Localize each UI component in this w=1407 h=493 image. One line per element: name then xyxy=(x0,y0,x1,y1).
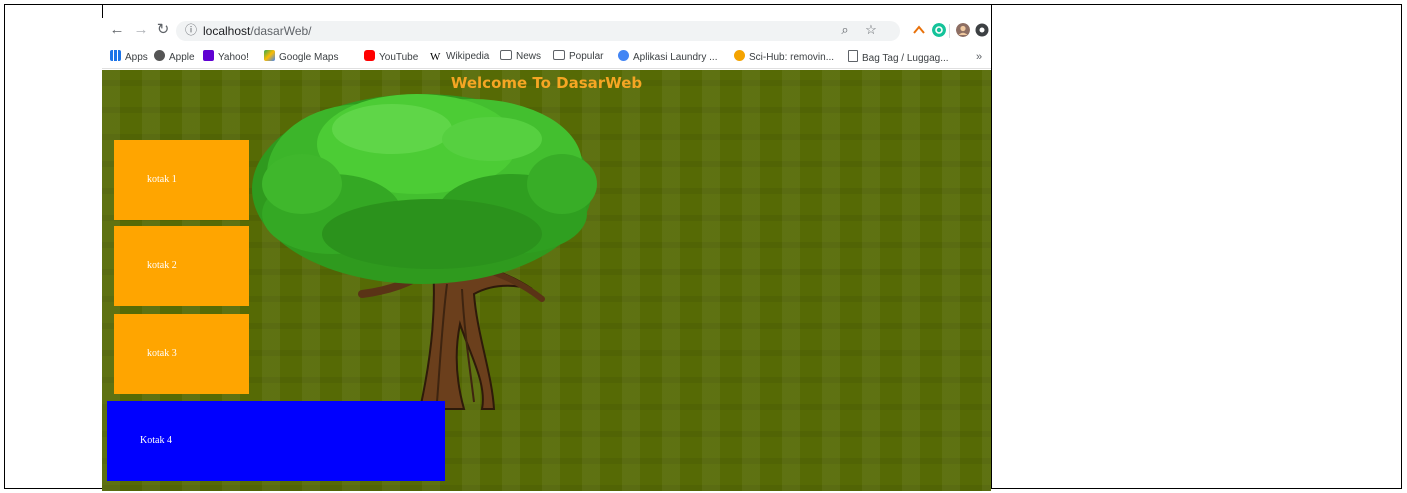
bookmark-yahoo[interactable]: Yahoo! xyxy=(203,50,249,64)
bookmark-popular[interactable]: Popular xyxy=(553,50,603,64)
wikipedia-icon: W xyxy=(430,51,441,63)
page-icon xyxy=(848,50,858,62)
bookmark-star-icon[interactable]: ☆ xyxy=(864,23,878,37)
right-column-divider xyxy=(991,4,992,489)
page-content: Welcome To DasarWeb kotak 1 kotak 2 kota… xyxy=(102,70,991,491)
zoom-icon[interactable]: ⌕ xyxy=(838,23,852,37)
youtube-icon xyxy=(364,50,375,61)
profile-avatar-icon[interactable] xyxy=(956,23,970,37)
bookmark-apps[interactable]: Apps xyxy=(110,50,148,64)
browser-window: ← → ↻ ⓘ localhost/dasarWeb/ ⌕ ☆ Apps App… xyxy=(102,18,991,491)
address-bar[interactable]: ⓘ localhost/dasarWeb/ ⌕ ☆ xyxy=(176,21,900,41)
grammarly-icon[interactable] xyxy=(932,23,946,37)
extension-arrow-icon[interactable] xyxy=(912,23,926,37)
bookmarks-bar: Apps Apple Yahoo! Google Maps YouTube WW… xyxy=(102,46,991,69)
bookmark-sci-hub[interactable]: Sci-Hub: removin... xyxy=(734,50,834,64)
bookmark-wikipedia[interactable]: W Wikipedia xyxy=(430,50,489,64)
google-maps-icon xyxy=(264,50,275,61)
app-icon xyxy=(618,50,629,61)
bookmarks-overflow-button[interactable]: » xyxy=(976,50,982,64)
url-text: localhost/dasarWeb/ xyxy=(203,24,312,38)
yahoo-icon xyxy=(203,50,214,61)
scihub-icon xyxy=(734,50,745,61)
apple-icon xyxy=(154,50,165,61)
bookmark-aplikasi-laundry[interactable]: Aplikasi Laundry ... xyxy=(618,50,718,64)
folder-icon xyxy=(553,50,565,60)
back-arrow-icon[interactable]: ← xyxy=(108,21,126,39)
bookmark-google-maps[interactable]: Google Maps xyxy=(264,50,338,64)
bookmark-youtube[interactable]: YouTube xyxy=(364,50,418,64)
reload-icon[interactable]: ↻ xyxy=(154,21,172,39)
kotak-2-box: kotak 2 xyxy=(114,226,249,306)
kotak-3-label: kotak 3 xyxy=(147,348,177,359)
toolbar-separator xyxy=(949,24,950,38)
tree-image xyxy=(252,94,597,410)
kotak-4-box: Kotak 4 xyxy=(107,401,445,481)
apps-grid-icon xyxy=(110,50,121,61)
forward-arrow-icon[interactable]: → xyxy=(132,21,150,39)
kotak-2-label: kotak 2 xyxy=(147,260,177,271)
kotak-1-box: kotak 1 xyxy=(114,140,249,220)
menu-circle-icon[interactable] xyxy=(975,23,989,37)
kotak-1-label: kotak 1 xyxy=(147,174,177,185)
folder-icon xyxy=(500,50,512,60)
kotak-4-label: Kotak 4 xyxy=(140,435,172,446)
address-toolbar: ← → ↻ ⓘ localhost/dasarWeb/ ⌕ ☆ xyxy=(102,18,991,44)
site-info-icon[interactable]: ⓘ xyxy=(184,23,198,37)
bookmark-apple[interactable]: Apple xyxy=(154,50,195,64)
bookmark-bag-tag[interactable]: Bag Tag / Luggag... xyxy=(848,50,949,64)
kotak-3-box: kotak 3 xyxy=(114,314,249,394)
bookmark-news[interactable]: News xyxy=(500,50,541,64)
